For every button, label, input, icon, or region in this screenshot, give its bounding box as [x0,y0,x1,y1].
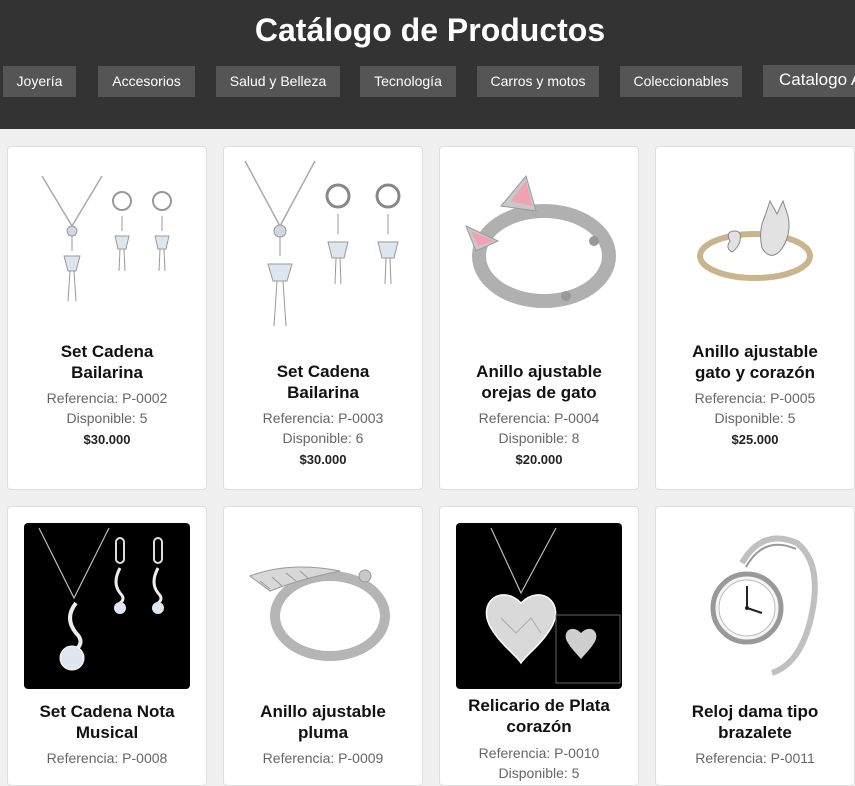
product-availability: Disponible: 5 [714,410,796,426]
product-image [24,523,190,689]
product-card[interactable]: Anillo ajustable gato y corazón Referenc… [655,146,855,490]
product-name: Reloj dama tipo brazalete [691,702,819,742]
product-card[interactable]: Set Cadena Bailarina Referencia: P-0003 … [223,146,423,490]
nav-catalogo[interactable]: Catalogo A [763,65,855,97]
product-name: Set Cadena Nota Musical [39,702,175,742]
product-price: $20.000 [515,452,563,467]
nav-tecnologia[interactable]: Tecnología [360,66,456,97]
product-reference: Referencia: P-0002 [46,390,168,406]
product-availability: Disponible: 5 [498,765,580,781]
product-name: Anillo ajustable pluma [260,702,386,742]
page-title: Catálogo de Productos [254,12,606,48]
product-price: $25.000 [731,432,779,447]
product-image [24,163,190,329]
product-availability: Disponible: 5 [66,410,148,426]
music-note-necklace-icon [38,527,164,671]
product-card[interactable]: Set Cadena Bailarina Referencia: P-0002 … [7,146,207,490]
heart-locket-icon [485,527,621,684]
product-image [240,160,406,329]
product-reference: Referencia: P-0005 [694,390,816,406]
product-price: $30.000 [83,432,131,447]
nav-accesorios[interactable]: Accesorios [98,66,195,97]
nav-salud-belleza[interactable]: Salud y Belleza [216,66,340,97]
product-reference: Referencia: P-0009 [262,750,384,766]
product-image [672,163,838,329]
necklace-earrings-set-icon [41,175,172,302]
header-bar: Catálogo de Productos Joyería Accesorios… [0,0,855,129]
product-price: $30.000 [299,452,347,467]
product-reference: Referencia: P-0008 [46,750,168,766]
product-reference: Referencia: P-0011 [695,750,815,766]
product-name: Relicario de Plata corazón [468,696,610,736]
product-name: Anillo ajustable gato y corazón [692,342,818,382]
product-card[interactable]: Relicario de Plata corazón Referencia: P… [439,506,639,786]
nav-coleccionables[interactable]: Coleccionables [620,66,742,97]
bracelet-watch-icon [710,535,818,676]
nav-carros-motos[interactable]: Carros y motos [477,66,599,97]
product-name: Set Cadena Bailarina [276,362,370,402]
product-card[interactable]: Set Cadena Nota Musical Referencia: P-00… [7,506,207,786]
product-availability: Disponible: 6 [282,430,364,446]
product-reference: Referencia: P-0004 [478,410,600,426]
product-card[interactable]: Anillo ajustable pluma Referencia: P-000… [223,506,423,786]
product-image [240,523,406,689]
product-card[interactable]: Anillo ajustable orejas de gato Referenc… [439,146,639,490]
feather-ring-icon [248,566,390,661]
product-image [672,523,838,689]
product-card[interactable]: Reloj dama tipo brazalete Referencia: P-… [655,506,855,786]
product-reference: Referencia: P-0003 [262,410,384,426]
nav-joyeria[interactable]: Joyería [3,66,76,97]
cat-ear-ring-icon [465,174,616,308]
product-reference: Referencia: P-0010 [478,745,600,761]
product-name: Set Cadena Bailarina [60,342,154,382]
necklace-earrings-set-icon [244,160,401,327]
cat-heart-ring-icon [697,199,813,281]
product-availability: Disponible: 8 [498,430,580,446]
product-image [456,163,622,329]
product-image [456,523,622,689]
product-name: Anillo ajustable orejas de gato [476,362,602,402]
